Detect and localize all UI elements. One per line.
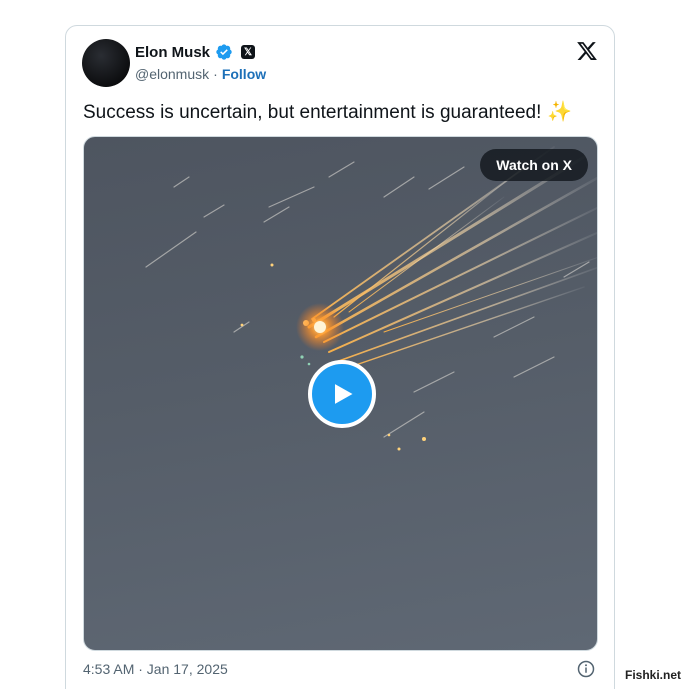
author-name[interactable]: Elon Musk (135, 44, 210, 61)
play-button[interactable] (308, 360, 376, 428)
info-icon[interactable] (577, 660, 595, 678)
separator: · (213, 66, 218, 82)
author-name-row: Elon Musk 𝕏 (135, 43, 256, 61)
video-player[interactable]: Watch on X (83, 136, 598, 651)
watch-on-x-button[interactable]: Watch on X (480, 149, 588, 181)
verified-badge-icon (216, 44, 232, 60)
x-affiliate-icon: 𝕏 (241, 45, 256, 59)
play-icon (335, 384, 353, 404)
tweet-card: Elon Musk 𝕏 @elonmusk · Follow Success i… (65, 25, 615, 689)
sparkles-icon: ✨ (547, 101, 573, 123)
tweet-text: Success is uncertain, but entertainment … (83, 100, 572, 125)
tweet-timestamp[interactable]: 4:53 AM · Jan 17, 2025 (83, 661, 228, 677)
watermark: Fishki.net (622, 667, 683, 683)
author-handle[interactable]: @elonmusk (135, 66, 209, 82)
x-logo-icon[interactable] (576, 40, 598, 62)
handle-row: @elonmusk · Follow (135, 66, 266, 82)
follow-button[interactable]: Follow (222, 66, 266, 82)
tweet-body: Success is uncertain, but entertainment … (83, 102, 542, 123)
avatar[interactable] (82, 39, 130, 87)
